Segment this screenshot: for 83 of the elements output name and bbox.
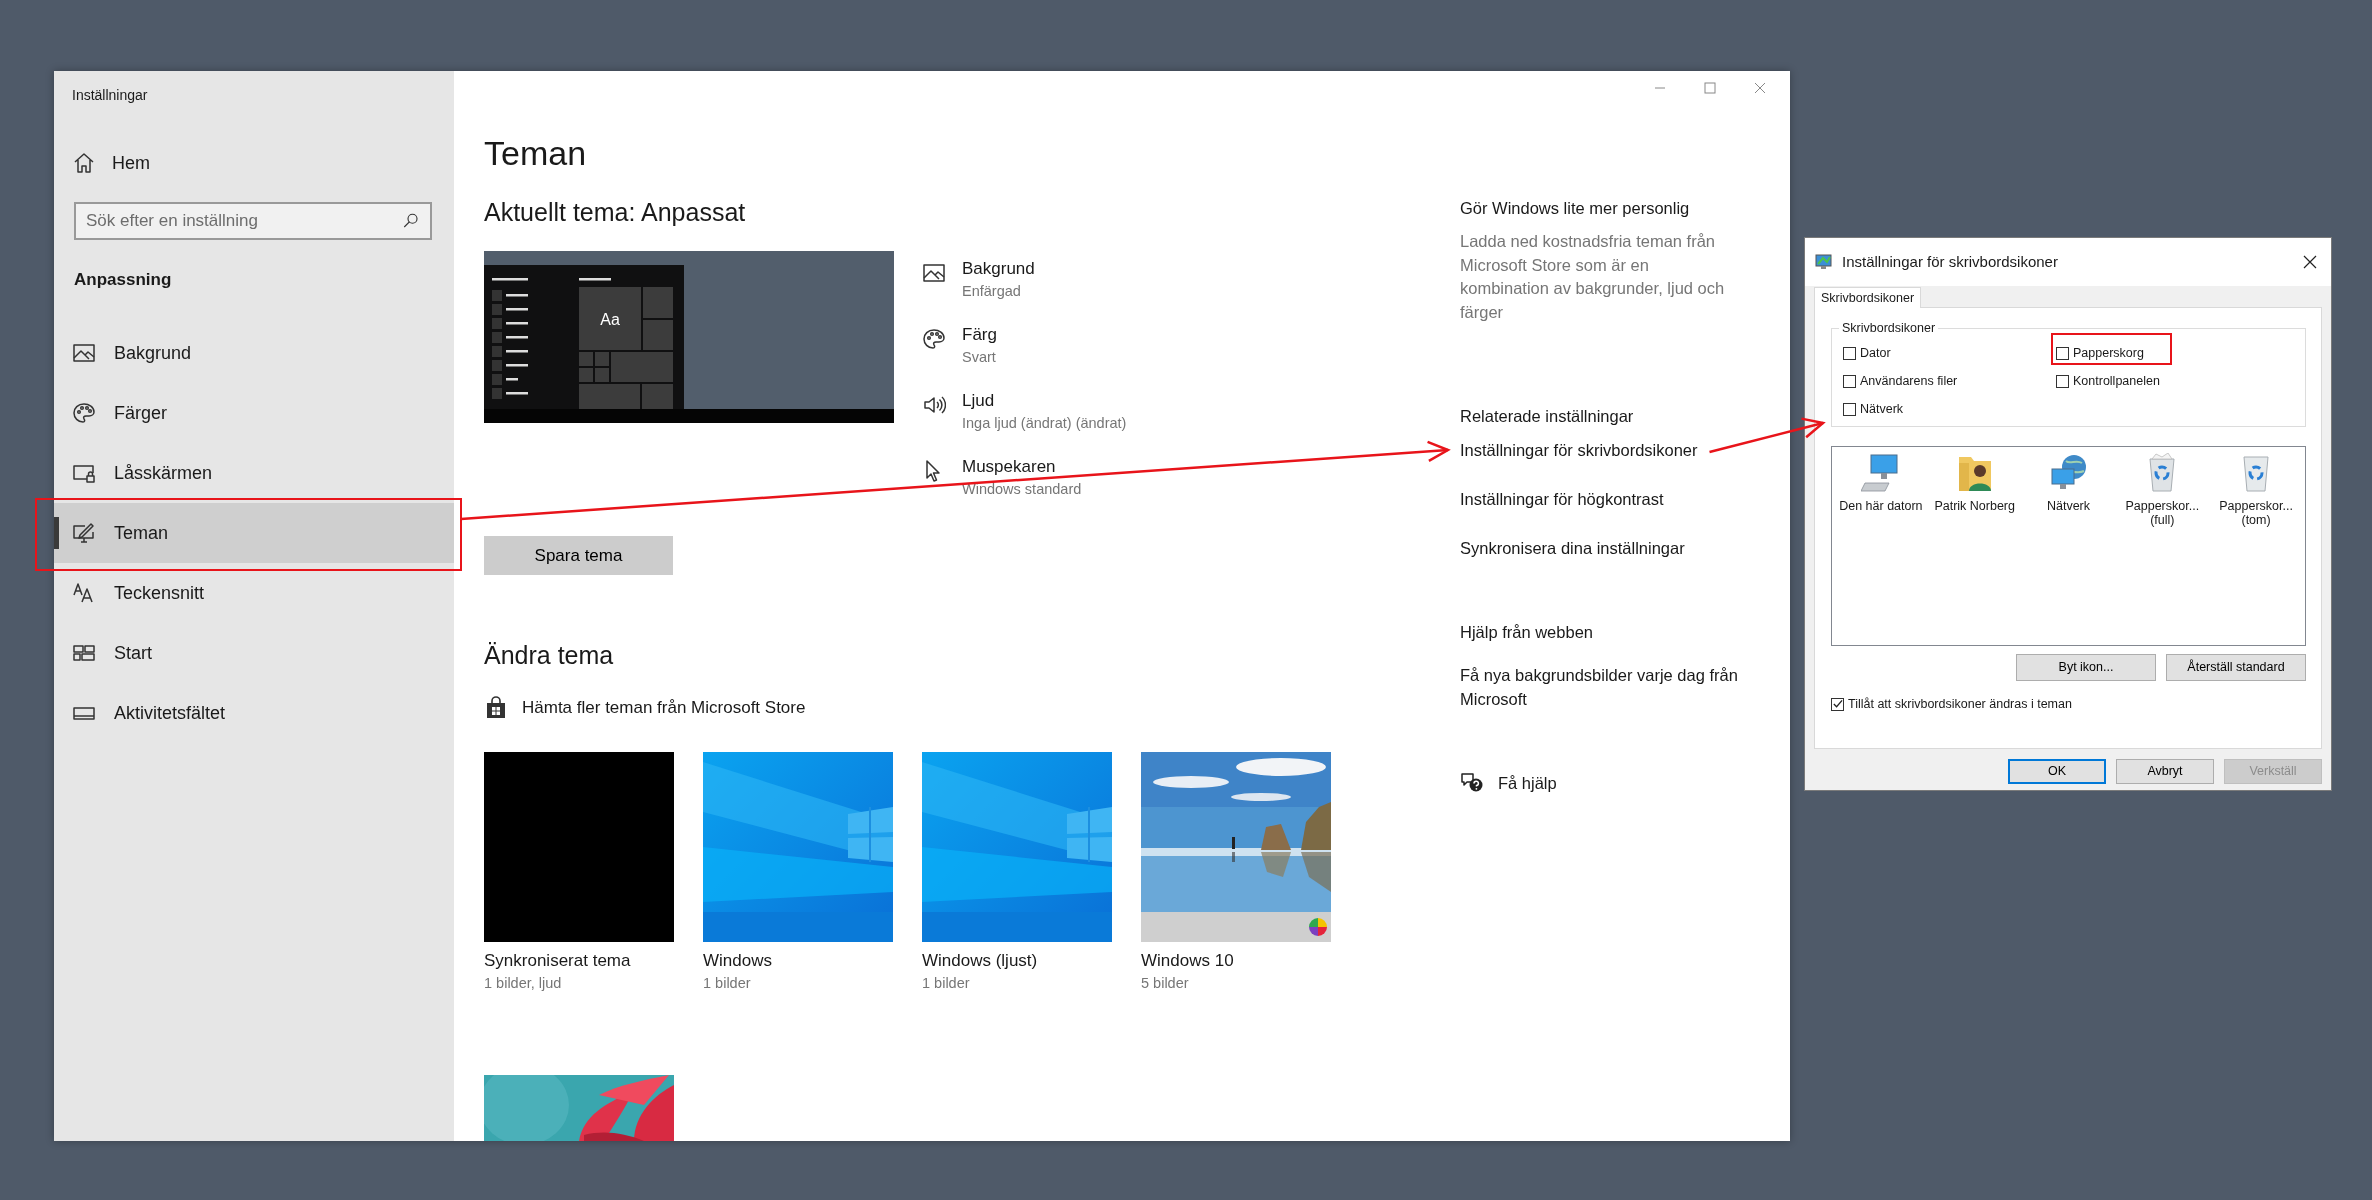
section-heading: Aktuellt tema: Anpassat xyxy=(484,197,746,228)
checkbox-label[interactable]: Tillåt att skrivbordsikoner ändras i teman xyxy=(1848,695,2072,714)
maximize-icon xyxy=(1704,81,1716,94)
tab[interactable]: Skrivbordsikoner xyxy=(1814,287,1922,308)
theme-name: Windows (ljust) xyxy=(922,950,1039,972)
description-text: Ladda ned kostnadsfria teman från Microsoft Store som är en kombination av bakgrunder, ljud och färger xyxy=(1460,231,1726,323)
property-value: Windows standard xyxy=(962,480,1082,499)
dialog-button[interactable]: OK xyxy=(2008,759,2106,784)
window-title: Inställningar xyxy=(71,86,148,105)
section-heading: Hjälp från webben xyxy=(1460,622,1593,643)
checkbox[interactable] xyxy=(1843,347,1856,360)
pen-monitor-icon xyxy=(72,521,96,545)
property-link[interactable]: Färg xyxy=(962,323,997,347)
help-link[interactable]: Få nya bakgrundsbilder varje dag från Microsoft xyxy=(1460,663,1770,711)
home-link[interactable]: Hem xyxy=(72,149,150,177)
property-value: Svart xyxy=(962,348,997,367)
property-link[interactable]: Muspekaren xyxy=(962,455,1082,479)
icon-label: Den här datorn xyxy=(1838,499,1924,513)
page-title: Teman xyxy=(484,133,587,174)
home-icon xyxy=(72,151,96,175)
computer-icon[interactable] xyxy=(1860,453,1901,493)
color-wheel-icon xyxy=(1309,918,1327,936)
store-bag-icon xyxy=(484,696,508,720)
checkbox-label[interactable]: Papperskorg xyxy=(2073,345,2144,362)
section-heading: Relaterade inställningar xyxy=(1460,406,1634,427)
section-heading: Ändra tema xyxy=(484,640,614,671)
icon-label: Papperskor... (tom) xyxy=(2218,499,2294,527)
tile-label: Aa xyxy=(600,311,620,328)
change-icon-button[interactable]: Byt ikon... xyxy=(2016,654,2156,681)
checkbox-label[interactable]: Användarens filer xyxy=(1860,373,1958,390)
checkbox[interactable] xyxy=(1843,403,1856,416)
theme-detail: 1 bilder xyxy=(922,974,971,993)
checkbox[interactable] xyxy=(2056,375,2069,388)
checkbox-label[interactable]: Dator xyxy=(1860,345,1891,362)
settings-link[interactable]: Inställningar för högkontrast xyxy=(1460,487,1664,511)
close-icon xyxy=(1754,81,1766,94)
palette-icon xyxy=(72,401,96,425)
close-icon xyxy=(2303,255,2317,269)
picture-icon xyxy=(72,341,96,365)
checkbox-label[interactable]: Kontrollpanelen xyxy=(2073,373,2160,390)
store-link[interactable]: Hämta fler teman från Microsoft Store xyxy=(522,695,806,721)
checkbox[interactable] xyxy=(2056,347,2069,360)
theme-name: Synkroniserat tema xyxy=(484,950,632,972)
group-label: Skrivbordsikoner xyxy=(1839,321,1939,335)
restore-default-button[interactable]: Återställ standard xyxy=(2166,654,2306,681)
sidebar-item[interactable]: Aktivitetsfältet xyxy=(54,683,454,743)
get-help-link[interactable]: Få hjälp xyxy=(1498,771,1557,796)
section-heading: Anpassning xyxy=(74,269,172,291)
theme-name: Windows 10 xyxy=(1141,950,1235,972)
icon-label: Papperskor... (full) xyxy=(2124,499,2201,527)
search-field[interactable]: Sök efter en inställning xyxy=(74,202,432,240)
theme-detail: 1 bilder, ljud xyxy=(484,974,563,993)
section-heading: Gör Windows lite mer personlig xyxy=(1460,198,1690,219)
palette-icon[interactable] xyxy=(922,327,946,351)
sidebar-item[interactable]: Teman xyxy=(54,503,454,563)
theme-detail: 5 bilder xyxy=(1141,974,1190,993)
sidebar-item[interactable]: Färger xyxy=(54,383,454,443)
sidebar-item[interactable]: Bakgrund xyxy=(54,323,454,383)
monitor-icon xyxy=(1815,253,1833,271)
font-icon xyxy=(72,581,96,605)
save-theme-button[interactable]: Spara tema xyxy=(484,536,673,575)
theme-name: Windows xyxy=(703,950,773,972)
dialog-button[interactable]: Avbryt xyxy=(2116,759,2214,784)
checkbox[interactable] xyxy=(1843,375,1856,388)
theme-thumbnail[interactable] xyxy=(484,752,674,942)
checkbox-label[interactable]: Nätverk xyxy=(1860,401,1904,418)
sidebar-item[interactable]: Start xyxy=(54,623,454,683)
property-value: Inga ljud (ändrat) (ändrat) xyxy=(962,414,1127,433)
settings-link[interactable]: Synkronisera dina inställningar xyxy=(1460,536,1685,560)
property-link[interactable]: Bakgrund xyxy=(962,257,1035,281)
property-value: Enfärgad xyxy=(962,282,1022,301)
checkbox[interactable] xyxy=(1831,697,1844,711)
speaker-icon[interactable] xyxy=(922,393,946,417)
sidebar-item[interactable]: Låsskärmen xyxy=(54,443,454,503)
theme-detail: 1 bilder xyxy=(703,974,752,993)
icon-label: Nätverk xyxy=(2045,499,2091,513)
settings-link[interactable]: Inställningar för skrivbordsikoner xyxy=(1460,438,1698,462)
search-icon xyxy=(402,212,420,230)
dialog-title: Inställningar för skrivbordsikoner xyxy=(1842,251,2058,272)
property-link[interactable]: Ljud xyxy=(962,389,1127,413)
picture-icon[interactable] xyxy=(922,261,946,285)
sidebar-item[interactable]: Teckensnitt xyxy=(54,563,454,623)
icon-label: Patrik Norberg xyxy=(1933,499,2016,513)
